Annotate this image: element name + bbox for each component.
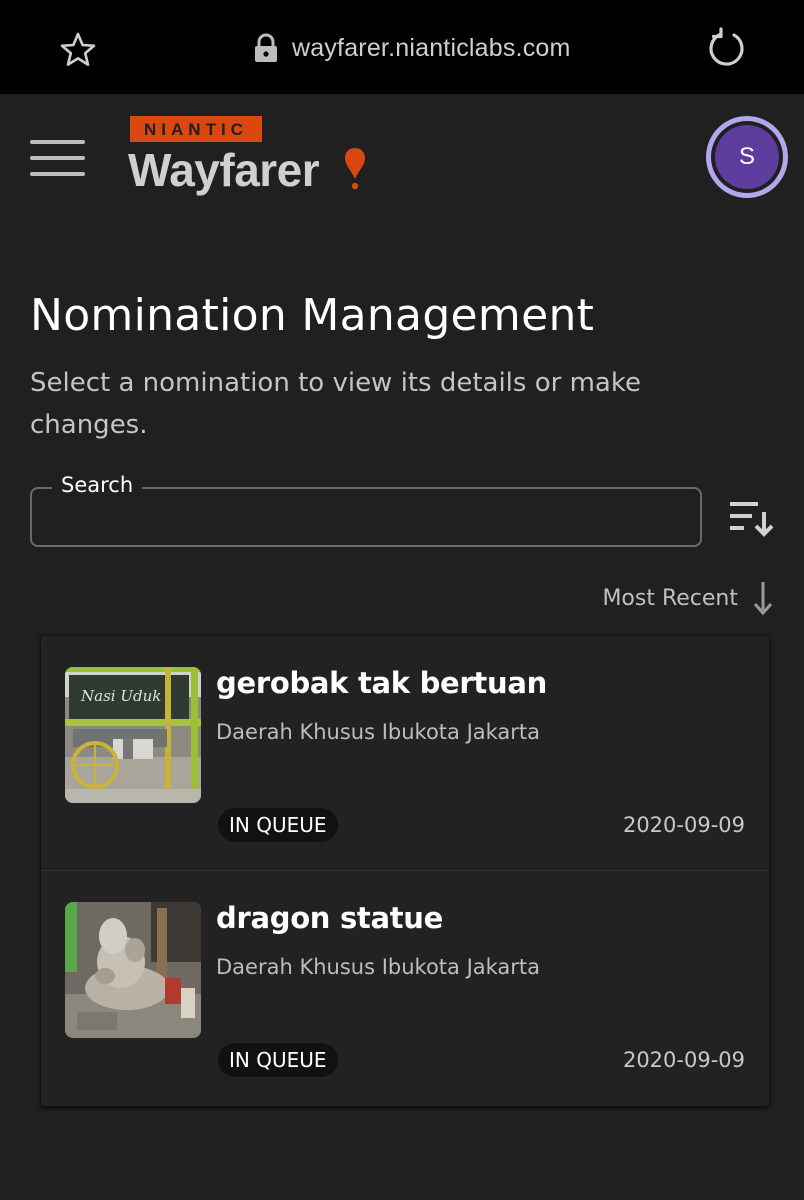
nomination-thumbnail: Nasi Uduk [65, 667, 201, 803]
search-input[interactable] [50, 501, 684, 535]
nomination-thumbnail [65, 902, 201, 1038]
nomination-location: Daerah Khusus Ibukota Jakarta [216, 720, 541, 744]
nomination-date: 2020-09-09 [622, 1048, 745, 1072]
sort-order-toggle[interactable]: Most Recent [602, 580, 774, 616]
sort-icon[interactable] [728, 498, 776, 538]
sort-label: Most Recent [602, 585, 738, 611]
nomination-location: Daerah Khusus Ibukota Jakarta [216, 955, 541, 979]
brand-name: Wayfarer [128, 144, 320, 196]
avatar-initial: S [715, 125, 779, 189]
reload-icon[interactable] [704, 27, 748, 71]
status-badge: IN QUEUE [218, 1043, 338, 1077]
user-avatar[interactable]: S [706, 116, 788, 198]
status-badge: IN QUEUE [218, 808, 338, 842]
nomination-item[interactable]: dragon statue Daerah Khusus Ibukota Jaka… [41, 870, 769, 1105]
nomination-item[interactable]: Nasi Uduk gerobak tak bertuan Daerah Khu… [41, 636, 769, 870]
url-field[interactable]: wayfarer.nianticlabs.com [252, 28, 571, 68]
menu-icon[interactable] [30, 138, 86, 178]
nomination-date: 2020-09-09 [622, 813, 745, 837]
arrow-down-icon [753, 582, 773, 616]
star-icon[interactable] [58, 30, 98, 70]
browser-address-bar: wayfarer.nianticlabs.com [0, 0, 804, 94]
niantic-badge: NIANTIC [130, 116, 262, 142]
nomination-title: gerobak tak bertuan [216, 666, 547, 700]
lock-icon [255, 33, 277, 62]
search-label: Search [52, 473, 143, 497]
wayfarer-app: NIANTIC Wayfarer S Nomination Management… [0, 94, 804, 1200]
svg-text:Nasi Uduk: Nasi Uduk [80, 687, 161, 705]
nomination-list: Nasi Uduk gerobak tak bertuan Daerah Khu… [41, 636, 769, 1106]
nomination-title: dragon statue [216, 901, 444, 935]
wayfarer-logo[interactable]: NIANTIC Wayfarer [128, 116, 378, 206]
search-field[interactable]: Search [30, 473, 702, 547]
url-text: wayfarer.nianticlabs.com [292, 33, 571, 62]
page-title: Nomination Management [30, 290, 595, 341]
pin-icon [345, 148, 365, 190]
page-subtitle: Select a nomination to view its details … [30, 368, 641, 440]
